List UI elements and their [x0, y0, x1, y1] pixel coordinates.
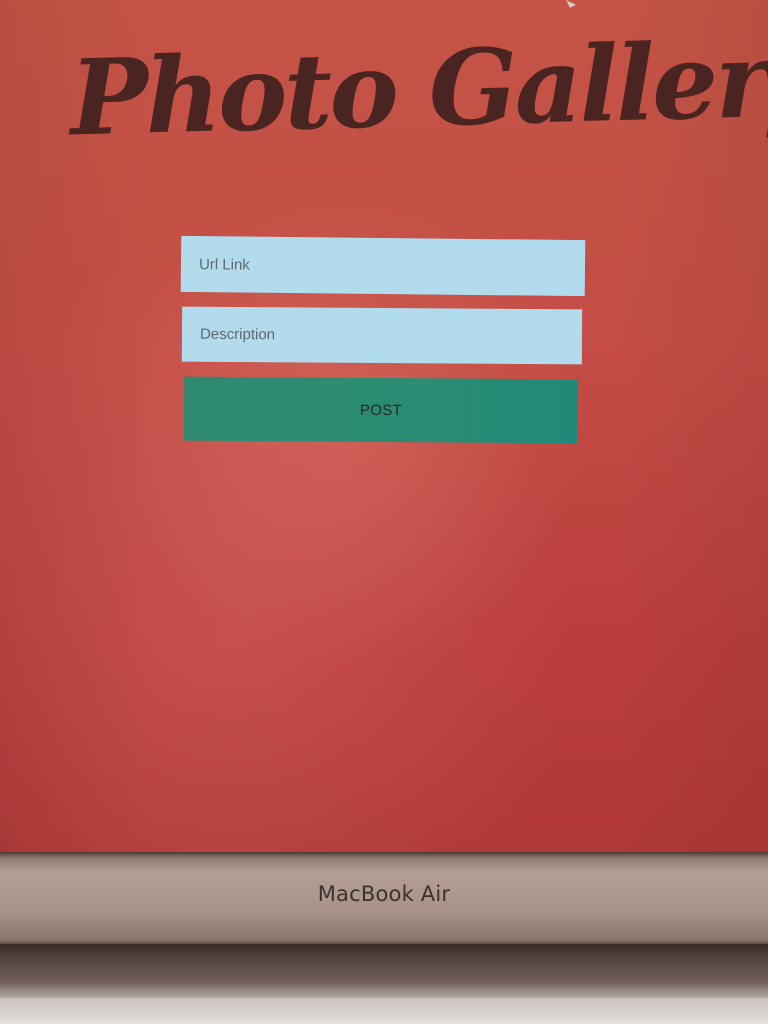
- post-button[interactable]: POST: [183, 376, 579, 444]
- laptop-bezel: MacBook Air: [0, 852, 768, 944]
- app-screen: Photo Gallery POST: [0, 0, 768, 852]
- laptop-hinge: [0, 944, 768, 998]
- desk-surface: [0, 998, 768, 1024]
- mouse-cursor-icon: [566, 0, 576, 8]
- description-input[interactable]: [181, 306, 583, 365]
- page-title: Photo Gallery: [68, 16, 768, 160]
- url-link-input[interactable]: [180, 235, 586, 297]
- device-label: MacBook Air: [317, 882, 451, 906]
